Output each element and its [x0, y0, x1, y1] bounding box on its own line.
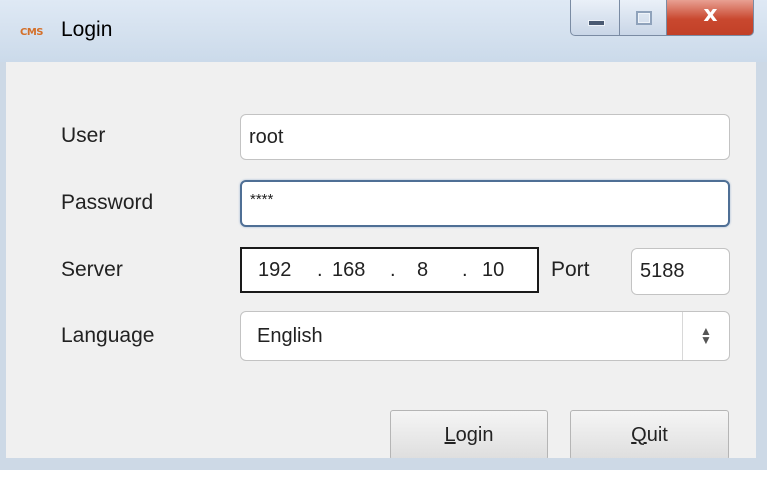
minimize-button[interactable]: [570, 0, 620, 36]
maximize-button[interactable]: [620, 0, 667, 36]
language-select-value: English: [257, 324, 323, 347]
title-bar[interactable]: CMS Login x: [0, 0, 767, 62]
updown-arrow-icon[interactable]: ▲ ▼: [682, 312, 729, 360]
ip-octet-1[interactable]: 192: [258, 259, 291, 282]
port-input-value: 5188: [640, 260, 685, 282]
close-icon: x: [703, 2, 718, 27]
server-label: Server: [61, 258, 123, 281]
login-button[interactable]: Login: [390, 410, 548, 460]
ip-dot-2: .: [390, 259, 396, 281]
ip-dot-1: .: [317, 259, 323, 281]
dialog-body: User root Password **** Server 192 . 168…: [6, 62, 756, 460]
window-bottom-frame: [0, 458, 767, 490]
ip-octet-4[interactable]: 10: [482, 259, 504, 282]
user-label: User: [61, 124, 106, 147]
ip-octet-3[interactable]: 8: [417, 259, 428, 282]
app-icon: CMS: [20, 27, 44, 38]
close-button[interactable]: x: [667, 0, 754, 36]
port-input[interactable]: 5188: [631, 248, 730, 295]
user-input[interactable]: root: [240, 114, 730, 160]
maximize-icon: [636, 11, 652, 25]
login-window: CMS Login x User root Password **** Serv…: [0, 0, 767, 490]
ip-octet-2[interactable]: 168: [332, 259, 365, 282]
language-select[interactable]: English ▲ ▼: [240, 311, 730, 361]
quit-button[interactable]: Quit: [570, 410, 729, 460]
ip-dot-3: .: [462, 259, 468, 281]
password-label: Password: [61, 191, 154, 214]
server-ip-input[interactable]: 192 . 168 . 8 . 10: [240, 247, 539, 293]
language-label: Language: [61, 324, 155, 347]
password-input-value: ****: [250, 191, 274, 208]
port-label: Port: [551, 258, 590, 281]
password-input[interactable]: ****: [240, 180, 730, 227]
window-title: Login: [61, 18, 113, 41]
user-input-value: root: [249, 125, 284, 148]
minimize-icon: [588, 20, 605, 26]
